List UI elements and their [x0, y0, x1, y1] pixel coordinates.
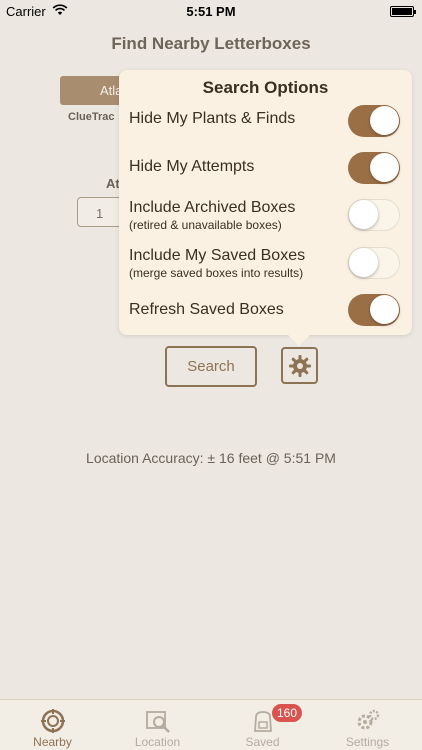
- toggle-include-archived[interactable]: [348, 199, 400, 231]
- tab-label: Settings: [345, 735, 390, 749]
- search-options-button[interactable]: [281, 347, 318, 384]
- tab-saved[interactable]: 160 Saved: [210, 700, 315, 750]
- option-include-saved: Include My Saved Boxes (merge saved boxe…: [119, 239, 412, 285]
- page-title: Find Nearby Letterboxes: [111, 34, 311, 53]
- toggle-knob: [349, 248, 378, 277]
- option-hide-plants-finds: Hide My Plants & Finds: [119, 97, 412, 143]
- battery-icon: [390, 6, 416, 17]
- option-sublabel: (retired & unavailable boxes): [129, 218, 282, 232]
- tab-label: Location: [134, 735, 181, 749]
- popover-arrow: [287, 334, 311, 346]
- location-accuracy: Location Accuracy: ± 16 feet @ 5:51 PM: [86, 450, 336, 466]
- tab-settings[interactable]: Settings: [315, 700, 420, 750]
- option-include-archived: Include Archived Boxes (retired & unavai…: [119, 191, 412, 237]
- option-sublabel: (merge saved boxes into results): [129, 266, 304, 280]
- toggle-knob: [370, 295, 399, 324]
- toggle-knob: [370, 153, 399, 182]
- option-label: Hide My Plants & Finds: [129, 110, 296, 127]
- at-label: At: [106, 176, 120, 191]
- toggle-refresh-saved[interactable]: [348, 294, 400, 326]
- toggle-knob: [349, 200, 378, 229]
- option-refresh-saved: Refresh Saved Boxes: [119, 286, 412, 332]
- tab-bar: Nearby Location 160 Saved Settings: [0, 699, 422, 750]
- status-bar: Carrier 5:51 PM: [0, 0, 422, 22]
- tab-label: Nearby: [33, 735, 72, 749]
- source-label: ClueTrac: [68, 111, 115, 123]
- tab-nearby[interactable]: Nearby: [0, 700, 105, 750]
- option-label: Hide My Attempts: [129, 158, 255, 175]
- option-label: Include My Saved Boxes: [129, 247, 306, 264]
- tab-label: Saved: [245, 735, 280, 749]
- option-label: Refresh Saved Boxes: [129, 301, 284, 318]
- popover-title: Search Options: [202, 78, 329, 97]
- toggle-knob: [370, 106, 399, 135]
- status-time: 5:51 PM: [186, 4, 236, 19]
- map-search-icon: [145, 711, 170, 733]
- toggle-include-saved[interactable]: [348, 247, 400, 279]
- gear-icon: [288, 354, 311, 377]
- saved-count-badge: 160: [272, 704, 303, 722]
- option-hide-attempts: Hide My Attempts: [119, 144, 412, 190]
- search-button[interactable]: Search: [165, 346, 257, 387]
- toggle-hide-attempts[interactable]: [348, 152, 400, 184]
- toggle-hide-plants-finds[interactable]: [348, 105, 400, 137]
- option-label: Include Archived Boxes: [129, 199, 296, 216]
- tab-location[interactable]: Location: [105, 700, 210, 750]
- gears-icon: [357, 709, 379, 730]
- compass-icon: [40, 709, 65, 733]
- search-options-popover: Search Options Hide My Plants & Finds Hi…: [119, 70, 412, 335]
